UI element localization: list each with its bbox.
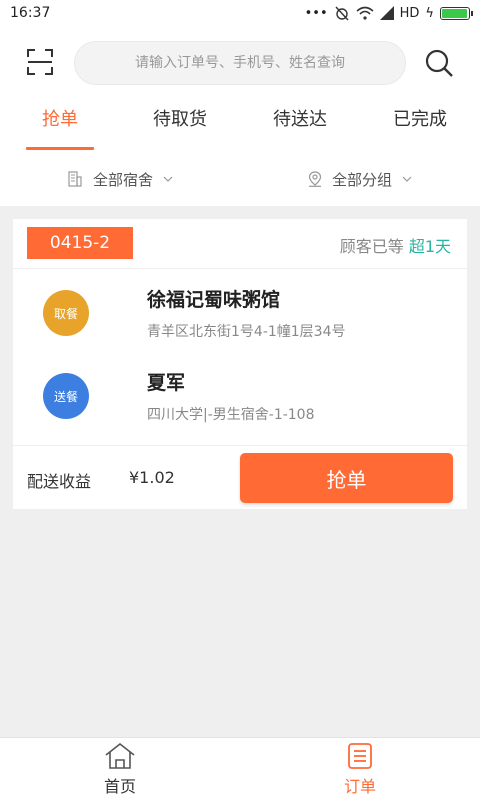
building-icon (68, 171, 82, 187)
nav-orders[interactable]: 订单 (240, 738, 480, 800)
location-pin-icon (308, 171, 322, 187)
order-tabs: 抢单 待取货 待送达 已完成 (0, 98, 480, 152)
pickup-stop: 取餐 徐福记蜀味粥馆 青羊区北东街1号4-1幢1层34号 (13, 271, 467, 353)
order-number: 0415-2 (27, 227, 133, 259)
order-card[interactable]: 0415-2 顾客已等 超1天 取餐 徐福记蜀味粥馆 青羊区北东街1号4-1幢1… (13, 219, 467, 509)
grab-order-button[interactable]: 抢单 (240, 453, 453, 503)
search-box[interactable] (74, 41, 406, 85)
dorm-filter[interactable]: 全部宿舍 (0, 152, 240, 206)
search-input[interactable] (75, 55, 405, 71)
chevron-down-icon (163, 176, 173, 182)
charging-icon: ϟ (425, 5, 434, 21)
network-type: HD (399, 5, 420, 21)
tab-to-deliver[interactable]: 待送达 (240, 98, 360, 152)
search-icon[interactable] (424, 48, 454, 78)
battery-icon (440, 6, 473, 20)
pickup-name: 徐福记蜀味粥馆 (147, 289, 281, 311)
wait-prefix: 顾客已等 (339, 237, 404, 256)
more-dots-icon: ••• (304, 5, 328, 21)
group-filter-label: 全部分组 (331, 170, 392, 189)
wait-time: 顾客已等 超1天 (340, 233, 451, 257)
fee-value: ¥1.02 (129, 468, 175, 487)
home-icon (105, 742, 135, 769)
top-bar (0, 26, 480, 98)
fee-label: 配送收益 (27, 472, 92, 491)
alarm-off-icon (335, 6, 349, 21)
tab-completed[interactable]: 已完成 (360, 98, 480, 152)
nav-orders-label: 订单 (343, 776, 376, 796)
chevron-down-icon (402, 176, 412, 182)
status-icons: ••• HD ϟ (304, 5, 473, 21)
order-card-header: 0415-2 顾客已等 超1天 (13, 219, 467, 269)
tab-grab[interactable]: 抢单 (0, 98, 120, 152)
wait-value: 超1天 (408, 237, 451, 256)
scan-icon[interactable] (26, 48, 54, 76)
group-filter[interactable]: 全部分组 (240, 152, 480, 206)
signal-icon (379, 6, 394, 20)
wifi-icon (356, 6, 374, 20)
nav-home-label: 首页 (103, 776, 136, 796)
filter-bar: 全部宿舍 全部分组 (0, 152, 480, 206)
order-card-footer: 配送收益 ¥1.02 抢单 (13, 445, 467, 509)
dorm-filter-label: 全部宿舍 (92, 170, 153, 189)
status-bar: 16:37 ••• HD ϟ (0, 0, 480, 26)
delivery-stop: 送餐 夏军 四川大学|-男生宿舍-1-108 (13, 354, 467, 436)
bottom-nav: 首页 订单 (0, 737, 480, 800)
order-list-icon (348, 742, 372, 769)
delivery-address: 四川大学|-男生宿舍-1-108 (147, 407, 315, 423)
pickup-badge: 取餐 (43, 290, 89, 336)
pickup-address: 青羊区北东街1号4-1幢1层34号 (147, 324, 346, 340)
delivery-name: 夏军 (147, 372, 186, 394)
nav-home[interactable]: 首页 (0, 738, 240, 800)
tab-to-pickup[interactable]: 待取货 (120, 98, 240, 152)
delivery-badge: 送餐 (43, 373, 89, 419)
status-time: 16:37 (10, 5, 51, 21)
